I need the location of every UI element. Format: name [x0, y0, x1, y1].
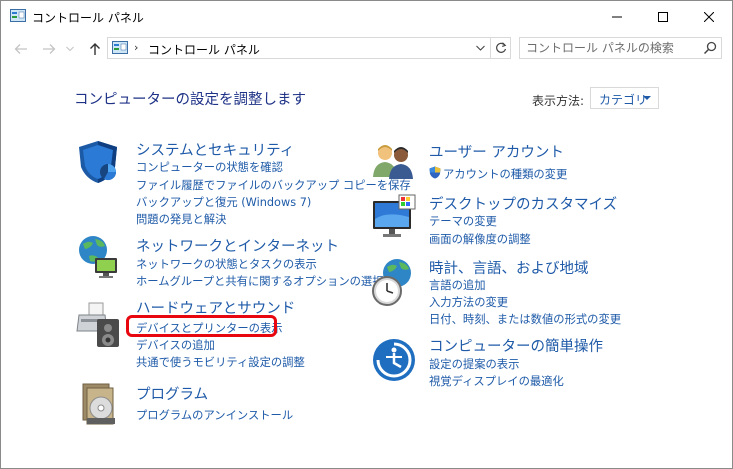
title-bar[interactable]: コントロール パネル: [1, 1, 732, 32]
refresh-icon: [496, 42, 507, 53]
link-uninstall-program[interactable]: プログラムのアンインストール: [136, 407, 293, 423]
control-panel-window: コントロール パネル › コントロール パネル › コントロール パネルの検索 …: [0, 0, 733, 469]
page-title: コンピューターの設定を調整します: [74, 92, 306, 108]
network-globe-icon[interactable]: [75, 234, 121, 280]
maximize-button[interactable]: [640, 1, 686, 32]
link-troubleshoot[interactable]: 問題の発見と解決: [136, 211, 226, 227]
category-title-ease-of-access[interactable]: コンピューターの簡単操作: [429, 335, 603, 356]
category-title-system-security[interactable]: システムとセキュリティ: [136, 139, 294, 160]
link-change-theme[interactable]: テーマの変更: [429, 213, 497, 229]
close-icon: [704, 11, 714, 22]
control-panel-icon: [112, 41, 128, 54]
forward-button[interactable]: [41, 41, 57, 57]
link-optimize-visual-display[interactable]: 視覚ディスプレイの最適化: [429, 373, 564, 389]
window-title: コントロール パネル: [32, 11, 144, 25]
back-button[interactable]: [13, 41, 29, 57]
uac-shield-icon: [429, 166, 441, 179]
recent-locations-button[interactable]: [65, 41, 75, 57]
highlight-box: [126, 315, 277, 337]
maximize-icon: [658, 11, 668, 22]
link-get-recommendations[interactable]: 設定の提案の表示: [429, 356, 519, 372]
address-dropdown-button[interactable]: [471, 38, 489, 58]
view-by-dropdown[interactable]: カテゴリ: [590, 87, 659, 109]
link-mobility-settings[interactable]: 共通で使うモビリティ設定の調整: [136, 354, 305, 370]
chevron-down-icon: [66, 46, 74, 52]
desktop-monitor-icon[interactable]: [371, 193, 417, 239]
minimize-button[interactable]: [594, 1, 640, 32]
up-arrow-icon: [90, 43, 100, 55]
minimize-icon: [612, 16, 622, 17]
link-add-device[interactable]: デバイスの追加: [136, 337, 215, 353]
breadcrumb-separator-icon[interactable]: ›: [134, 41, 138, 54]
view-by-value: カテゴリ: [599, 93, 648, 107]
link-network-status-tasks[interactable]: ネットワークの状態とタスクの表示: [136, 256, 317, 272]
refresh-button[interactable]: [490, 38, 511, 58]
search-icon[interactable]: [703, 41, 717, 55]
close-button[interactable]: [686, 1, 732, 32]
category-title-programs[interactable]: プログラム: [136, 383, 208, 404]
users-icon[interactable]: [371, 141, 417, 181]
up-button[interactable]: [87, 41, 103, 57]
link-change-account-type[interactable]: アカウントの種類の変更: [443, 166, 567, 182]
category-title-appearance[interactable]: デスクトップのカスタマイズ: [429, 193, 617, 214]
link-file-history-backup[interactable]: ファイル履歴でファイルのバックアップ コピーを保存: [136, 177, 411, 193]
link-change-input-method[interactable]: 入力方法の変更: [429, 294, 508, 310]
search-input[interactable]: [526, 41, 696, 55]
category-title-user-accounts[interactable]: ユーザー アカウント: [429, 141, 564, 162]
forward-arrow-icon: [43, 44, 56, 54]
link-date-time-number-format[interactable]: 日付、時刻、または数値の形式の変更: [429, 311, 621, 327]
view-by-label: 表示方法:: [532, 94, 585, 108]
printer-speaker-icon[interactable]: [75, 301, 121, 349]
link-backup-restore[interactable]: バックアップと復元 (Windows 7): [136, 194, 311, 210]
caret-down-icon: [643, 96, 651, 100]
chevron-down-icon: [475, 45, 485, 51]
address-bar[interactable]: › コントロール パネル ›: [107, 37, 511, 59]
control-panel-icon: [10, 9, 26, 22]
search-box[interactable]: [519, 37, 722, 59]
ease-of-access-icon[interactable]: [371, 337, 417, 383]
link-homegroup-sharing[interactable]: ホームグループと共有に関するオプションの選択: [136, 273, 384, 289]
link-check-computer-status[interactable]: コンピューターの状態を確認: [136, 159, 283, 175]
shield-icon[interactable]: [75, 139, 121, 185]
link-add-language[interactable]: 言語の追加: [429, 277, 486, 293]
clock-globe-icon[interactable]: [371, 257, 417, 307]
breadcrumb-separator-icon[interactable]: ›: [241, 41, 245, 54]
link-screen-resolution[interactable]: 画面の解像度の調整: [429, 231, 531, 247]
category-title-network-internet[interactable]: ネットワークとインターネット: [136, 235, 339, 256]
category-title-clock-language-region[interactable]: 時計、言語、および地域: [429, 257, 589, 278]
programs-disc-icon[interactable]: [79, 382, 121, 426]
back-arrow-icon: [14, 44, 27, 54]
